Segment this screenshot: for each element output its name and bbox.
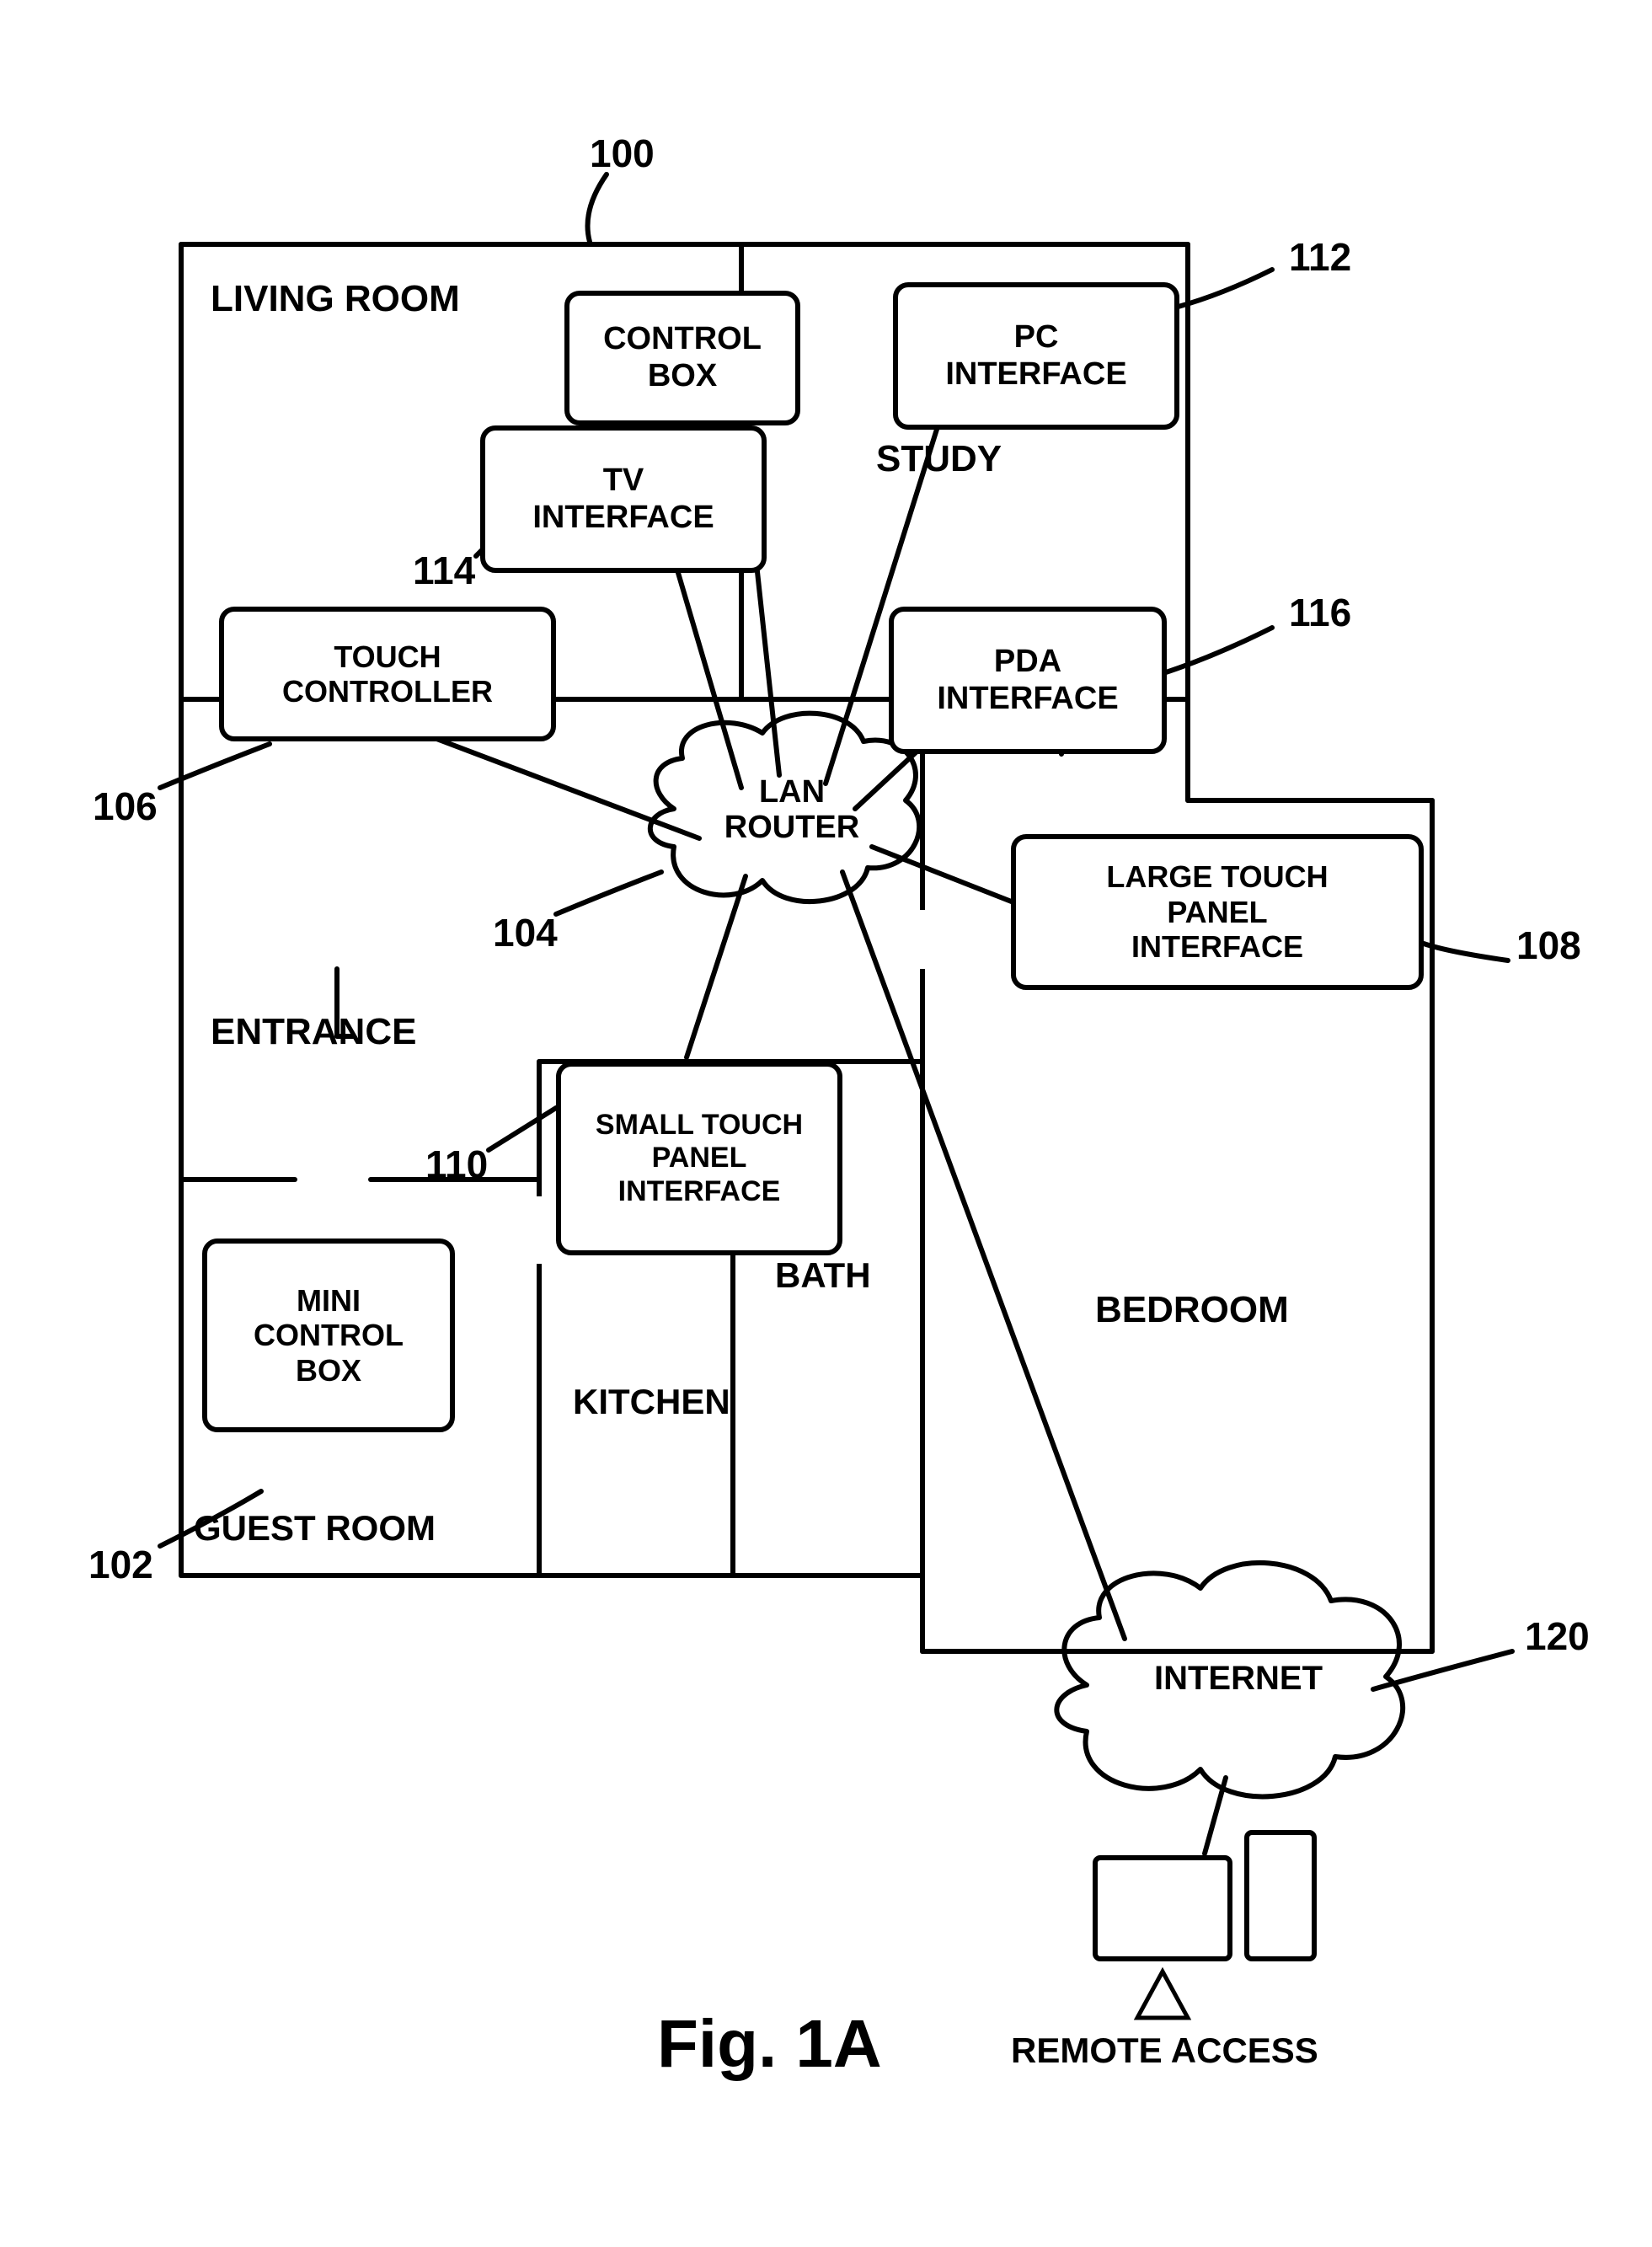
room-bath: BATH	[775, 1255, 871, 1296]
ref-112: 112	[1289, 234, 1351, 280]
node-small-touch-panel: SMALL TOUCHPANELINTERFACE	[556, 1062, 842, 1255]
room-bedroom: BEDROOM	[1095, 1289, 1289, 1331]
ref-110: 110	[425, 1142, 488, 1187]
ref-114: 114	[413, 548, 475, 593]
room-living-room: LIVING ROOM	[211, 278, 460, 320]
ref-108: 108	[1516, 923, 1581, 968]
node-lan-router: LANROUTER	[712, 775, 872, 846]
ref-116: 116	[1289, 590, 1351, 635]
node-remote-access: REMOTE ACCESS	[1011, 2030, 1318, 2071]
node-internet: INTERNET	[1125, 1660, 1352, 1698]
figure-label: Fig. 1A	[657, 2005, 882, 2083]
ref-106: 106	[93, 784, 158, 829]
node-control-box: CONTROLBOX	[564, 291, 800, 425]
node-touch-controller: TOUCHCONTROLLER	[219, 607, 556, 741]
node-large-touch-panel: LARGE TOUCHPANELINTERFACE	[1011, 834, 1424, 990]
node-tv-interface: TVINTERFACE	[480, 425, 767, 573]
ref-120: 120	[1525, 1613, 1590, 1659]
room-entrance: ENTRANCE	[211, 1011, 416, 1053]
ref-104: 104	[493, 910, 558, 955]
node-pda-interface: PDAINTERFACE	[889, 607, 1167, 754]
page: LIVING ROOM STUDY ENTRANCE GUEST ROOM KI…	[0, 0, 1652, 2247]
room-study: STUDY	[876, 438, 1002, 480]
node-pc-interface: PCINTERFACE	[893, 282, 1179, 430]
ref-102: 102	[88, 1542, 153, 1587]
room-guest-room: GUEST ROOM	[194, 1508, 436, 1549]
ref-100: 100	[590, 131, 655, 176]
room-kitchen: KITCHEN	[573, 1382, 730, 1422]
node-mini-control-box: MINICONTROLBOX	[202, 1239, 455, 1432]
